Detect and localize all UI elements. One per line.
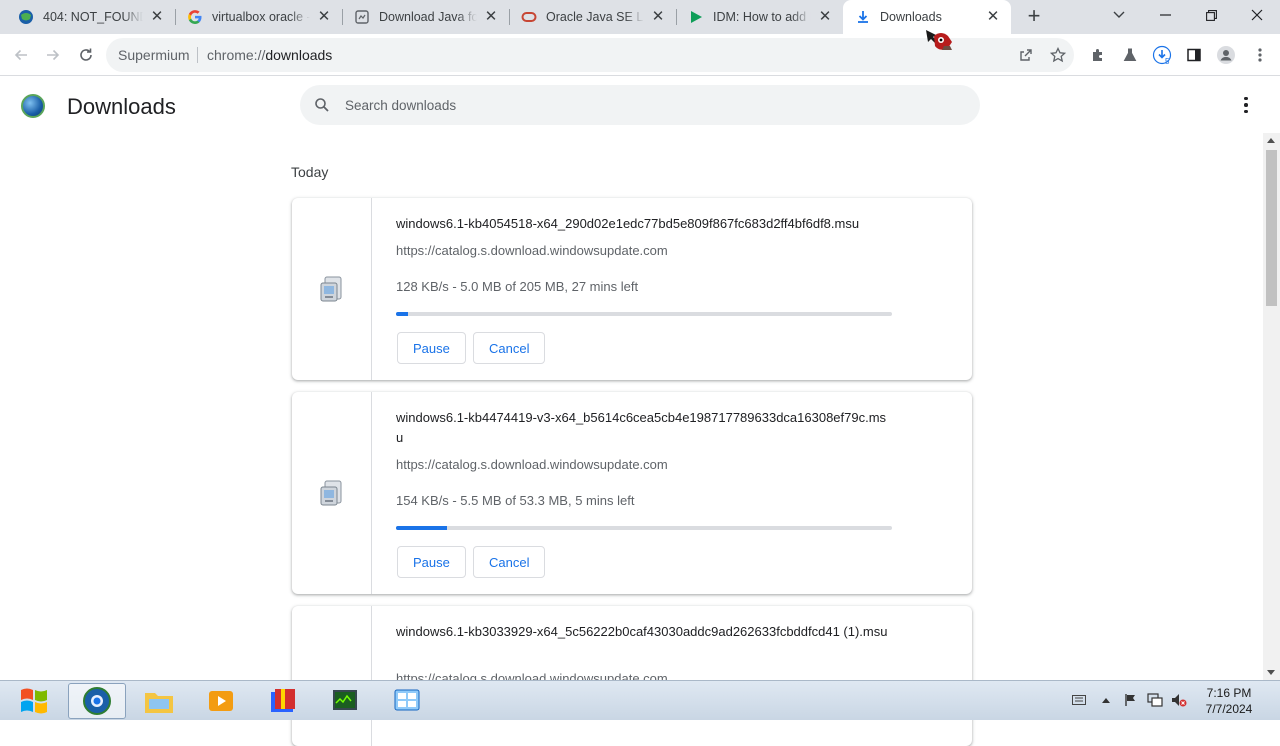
bookmark-star-icon[interactable] [1048,45,1068,65]
close-icon[interactable]: ✕ [817,9,833,25]
tab-java-download[interactable]: Download Java for Windows ✕ [342,0,509,34]
tab-oracle-java[interactable]: Oracle Java SE Licensing ✕ [509,0,676,34]
download-progress-bar [396,312,892,316]
tab-strip: 404: NOT_FOUND ✕ virtualbox oracle - Goo… [0,0,1280,34]
search-icon [314,97,330,118]
download-progress-bar [396,526,892,530]
new-tab-button[interactable]: + [1022,5,1046,29]
taskbar-file-explorer[interactable] [130,683,188,719]
side-panel-icon[interactable] [1184,45,1204,65]
page-title: Downloads [67,94,176,119]
progress-fill [396,526,448,530]
tab-label: IDM: How to add IDM extension [713,10,811,24]
oracle-icon [521,9,537,25]
tab-idm[interactable]: IDM: How to add IDM extension ✕ [676,0,843,34]
taskbar-control-panel[interactable] [378,683,436,719]
globe-icon [18,9,34,25]
download-count-badge: 5 [1165,57,1170,66]
downloads-header: Downloads [0,77,1280,133]
reload-button[interactable] [73,42,99,68]
more-actions-menu[interactable] [1236,95,1256,115]
installer-file-icon [319,275,345,303]
action-center-flag-icon[interactable] [1122,691,1140,709]
search-input[interactable] [345,95,945,115]
close-icon[interactable]: ✕ [316,9,332,25]
browser-logo-icon [21,94,45,118]
clock-time: 7:16 PM [1206,686,1252,700]
minimize-button[interactable] [1142,0,1188,30]
network-icon[interactable] [1146,691,1164,709]
share-icon[interactable] [1016,45,1036,65]
download-item: windows6.1-kb3033929-x64_5c56222b0caf430… [292,606,972,746]
chrome-menu-icon[interactable] [1250,45,1270,65]
progress-fill [396,312,408,316]
google-icon [187,9,203,25]
start-button[interactable] [15,684,53,718]
source-url-link[interactable]: https://catalog.s.download.windowsupdate… [396,457,668,472]
browser-toolbar: Supermium chrome://downloads 5 [0,34,1280,76]
tab-label: virtualbox oracle - Google Search [212,10,310,24]
cancel-button[interactable]: Cancel [473,546,546,578]
taskbar-media-player[interactable] [192,683,250,719]
volume-muted-icon[interactable] [1170,691,1188,709]
date-section-label: Today [291,164,329,180]
pause-button[interactable]: Pause [397,546,466,578]
taskbar-task-manager[interactable] [316,683,374,719]
file-name-link[interactable]: windows6.1-kb4474419-v3-x64_b5614c6cea5c… [396,408,890,448]
url-scheme: chrome:// [207,47,266,63]
taskbar-browser[interactable] [68,683,126,719]
tab-label: 404: NOT_FOUND [43,10,143,24]
profile-avatar-icon[interactable] [1216,45,1236,65]
close-icon[interactable]: ✕ [483,9,499,25]
scroll-down-arrow-icon[interactable] [1267,670,1275,675]
show-hidden-icons[interactable] [1097,691,1115,709]
page-icon [354,9,370,25]
close-icon[interactable]: ✕ [149,9,165,25]
downloads-toolbar-icon[interactable]: 5 [1152,45,1172,66]
source-url-link[interactable]: https://catalog.s.download.windowsupdate… [396,243,668,258]
back-button[interactable] [8,42,34,68]
file-icon-column [292,198,372,380]
tab-label: Downloads [880,10,942,24]
download-icon [855,9,871,25]
tab-label: Oracle Java SE Licensing [546,10,644,24]
url-host: downloads [265,47,333,63]
scroll-up-arrow-icon[interactable] [1267,138,1275,143]
search-box[interactable] [300,85,980,125]
url-text: chrome://downloads [207,47,332,63]
forward-button[interactable] [40,42,66,68]
close-icon[interactable]: ✕ [650,9,666,25]
download-status: 154 KB/s - 5.5 MB of 53.3 MB, 5 mins lef… [396,493,635,508]
restore-button[interactable] [1188,0,1234,30]
tab-404[interactable]: 404: NOT_FOUND ✕ [0,0,175,34]
file-icon-column [292,606,372,746]
play-icon [688,9,704,25]
keyboard-icon[interactable] [1070,691,1088,709]
cursor-icon [924,28,956,54]
extensions-icon[interactable] [1088,45,1108,65]
installer-file-icon [319,479,345,507]
download-item: windows6.1-kb4054518-x64_290d02e1edc77bd… [292,198,972,380]
close-icon[interactable]: ✕ [985,9,1001,25]
tab-google-search[interactable]: virtualbox oracle - Google Search ✕ [175,0,342,34]
flask-icon[interactable] [1120,45,1140,65]
site-chip: Supermium [118,47,190,63]
system-clock[interactable]: 7:16 PM 7/7/2024 [1196,685,1262,717]
download-item: windows6.1-kb4474419-v3-x64_b5614c6cea5c… [292,392,972,594]
clock-date: 7/7/2024 [1205,702,1253,716]
close-window-button[interactable] [1234,0,1280,30]
file-name-link[interactable]: windows6.1-kb4054518-x64_290d02e1edc77bd… [396,214,896,234]
tab-search-button[interactable] [1096,0,1142,30]
windows-taskbar: 7:16 PM 7/7/2024 [0,680,1280,720]
page-scrollbar[interactable] [1263,133,1280,680]
download-status: 128 KB/s - 5.0 MB of 205 MB, 27 mins lef… [396,279,639,294]
scroll-thumb[interactable] [1266,150,1277,306]
cancel-button[interactable]: Cancel [473,332,546,364]
taskbar-archive-app[interactable] [254,683,312,719]
address-divider [197,47,198,63]
tab-label: Download Java for Windows [379,10,477,24]
file-name-link[interactable]: windows6.1-kb3033929-x64_5c56222b0caf430… [396,622,890,642]
file-icon-column [292,392,372,594]
pause-button[interactable]: Pause [397,332,466,364]
